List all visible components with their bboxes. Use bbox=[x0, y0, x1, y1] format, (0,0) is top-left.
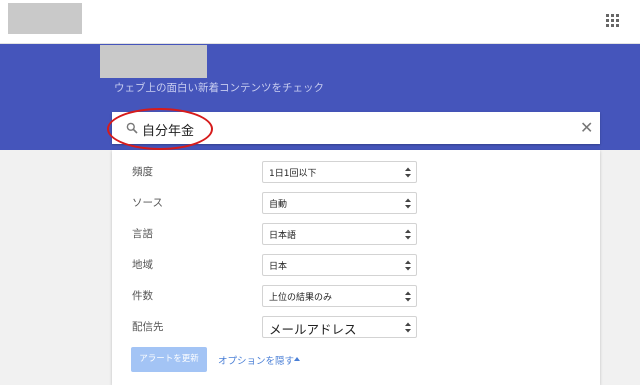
update-alert-button[interactable]: アラートを更新 bbox=[131, 347, 207, 372]
select-value: 自動 bbox=[269, 200, 288, 210]
delivery-select[interactable]: メールアドレス bbox=[262, 316, 417, 338]
region-select[interactable]: 日本 bbox=[262, 254, 417, 276]
annotation-circle bbox=[107, 108, 213, 150]
option-label: 件数 bbox=[132, 290, 153, 302]
hide-options-link[interactable]: オプションを隠す bbox=[218, 353, 294, 367]
select-value: 1日1回以下 bbox=[269, 169, 317, 179]
count-select[interactable]: 上位の結果のみ bbox=[262, 285, 417, 307]
select-arrows-icon bbox=[405, 229, 411, 240]
options-panel: 頻度 1日1回以下 ソース 自動 言語 日本語 地域 日本 件数 上位の結果のみ bbox=[112, 150, 600, 385]
option-row-delivery: 配信先 メールアドレス bbox=[112, 316, 600, 338]
option-label: ソース bbox=[132, 197, 163, 209]
select-value: 上位の結果のみ bbox=[269, 293, 333, 303]
option-row-frequency: 頻度 1日1回以下 bbox=[112, 161, 600, 183]
apps-grid-icon[interactable] bbox=[606, 14, 620, 28]
option-label: 頻度 bbox=[132, 166, 153, 178]
option-row-region: 地域 日本 bbox=[112, 254, 600, 276]
source-select[interactable]: 自動 bbox=[262, 192, 417, 214]
select-arrows-icon bbox=[405, 198, 411, 209]
select-arrows-icon bbox=[405, 260, 411, 271]
select-value: 日本語 bbox=[269, 231, 297, 241]
option-label: 地域 bbox=[132, 259, 153, 271]
title-placeholder bbox=[100, 45, 207, 78]
language-select[interactable]: 日本語 bbox=[262, 223, 417, 245]
close-icon[interactable]: ✕ bbox=[580, 119, 593, 137]
option-row-source: ソース 自動 bbox=[112, 192, 600, 214]
logo-placeholder bbox=[8, 3, 82, 34]
option-row-count: 件数 上位の結果のみ bbox=[112, 285, 600, 307]
caret-up-icon[interactable] bbox=[294, 357, 300, 361]
select-arrows-icon bbox=[405, 291, 411, 302]
frequency-select[interactable]: 1日1回以下 bbox=[262, 161, 417, 183]
option-label: 配信先 bbox=[132, 321, 164, 333]
tagline: ウェブ上の面白い新着コンテンツをチェック bbox=[114, 82, 324, 94]
select-value: 日本 bbox=[269, 262, 288, 272]
select-arrows-icon bbox=[405, 322, 411, 333]
select-value: メールアドレス bbox=[269, 322, 357, 337]
select-arrows-icon bbox=[405, 167, 411, 178]
option-row-language: 言語 日本語 bbox=[112, 223, 600, 245]
top-bar bbox=[0, 0, 640, 44]
option-label: 言語 bbox=[132, 228, 153, 240]
